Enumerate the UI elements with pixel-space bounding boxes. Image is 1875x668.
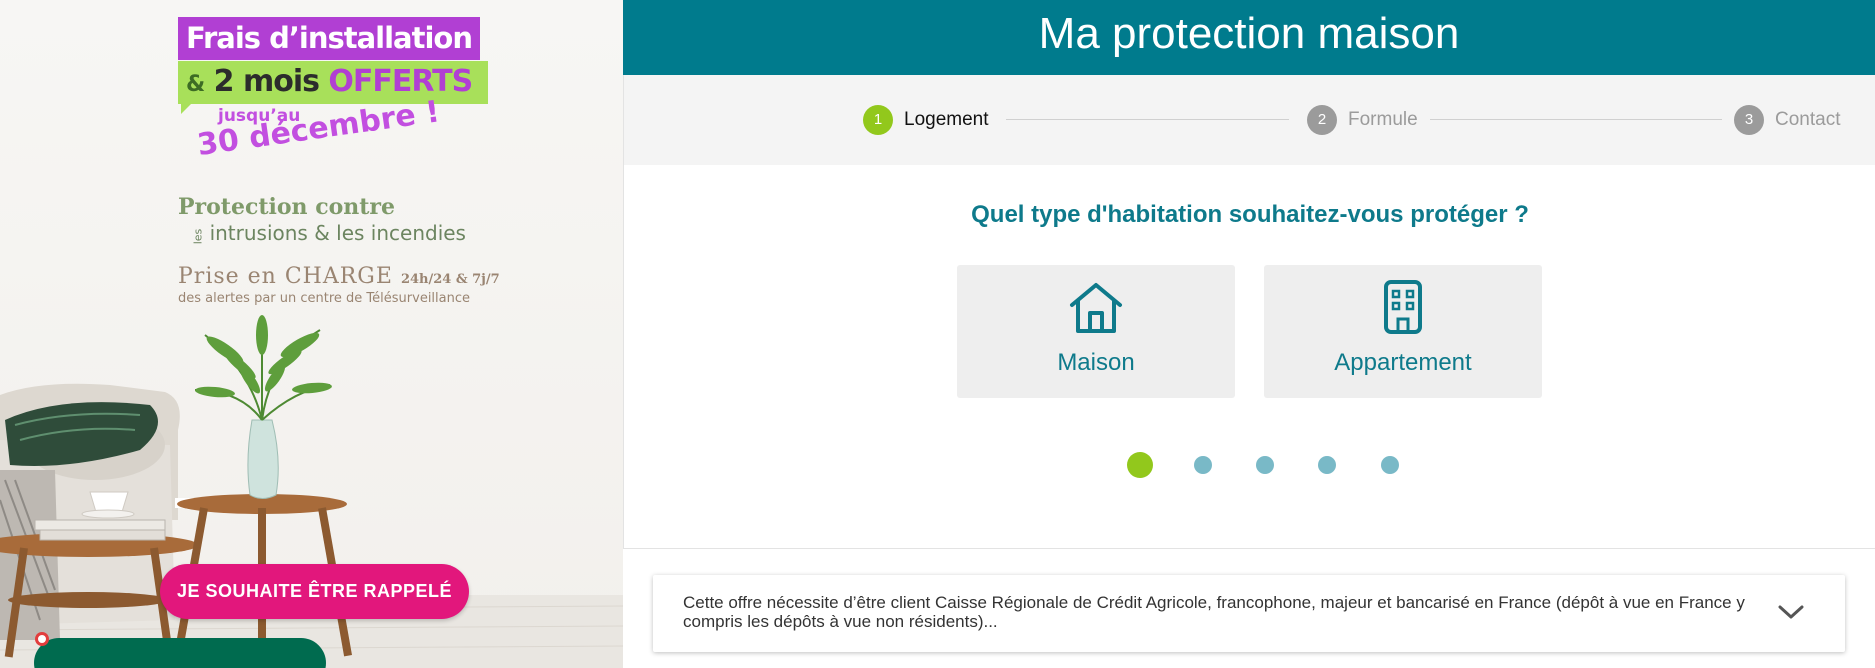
promo-headline-1: Frais d’installation xyxy=(178,17,481,60)
promo-charge-text: Prise en CHARGE xyxy=(178,264,393,289)
choice-appartement[interactable]: Appartement xyxy=(1264,265,1542,398)
promo-protection-sub: les intrusions & les incendies xyxy=(190,221,466,245)
speech-bubble-tail xyxy=(181,98,197,114)
question-title: Quel type d'habitation souhaitez-vous pr… xyxy=(971,201,1529,228)
building-icon xyxy=(1384,280,1422,334)
pagination-dot-4[interactable] xyxy=(1318,456,1336,474)
step-number: 3 xyxy=(1734,105,1764,135)
choice-maison[interactable]: Maison xyxy=(957,265,1235,398)
step-connector xyxy=(1006,119,1289,120)
disclaimer-text: Cette offre nécessite d’être client Cais… xyxy=(683,593,1745,631)
page-title: Ma protection maison xyxy=(623,0,1875,75)
chat-notification-icon xyxy=(35,632,49,646)
step-number: 1 xyxy=(863,105,893,135)
promo-protection-text: intrusions & les incendies xyxy=(209,221,466,245)
promo-protection-title: Protection contre xyxy=(178,194,396,220)
promo-ampersand: & xyxy=(186,72,205,97)
promo-charge-title: Prise en CHARGE 24h/24 & 7j/7 xyxy=(178,264,500,289)
step-connector xyxy=(1430,119,1722,120)
step-label: Logement xyxy=(904,109,989,130)
promo-offered: OFFERTS xyxy=(328,64,473,99)
choice-label: Maison xyxy=(1057,349,1135,376)
step-label: Formule xyxy=(1348,109,1418,130)
pagination-dot-3[interactable] xyxy=(1256,456,1274,474)
house-icon xyxy=(1070,283,1122,333)
chat-launcher[interactable] xyxy=(34,638,326,668)
callback-button[interactable]: JE SOUHAITE ÊTRE RAPPELÉ xyxy=(160,564,469,619)
promo-charge-sub: des alertes par un centre de Télésurveil… xyxy=(178,291,471,306)
pagination-dots xyxy=(624,450,1875,480)
stepper: 1 Logement 2 Formule 3 Contact xyxy=(623,75,1875,165)
promo-headline-2: & 2 mois OFFERTS xyxy=(178,61,489,104)
promo-two-months: 2 mois xyxy=(213,64,320,99)
page: Frais d’installation & 2 mois OFFERTS ju… xyxy=(0,0,1875,668)
pagination-dot-2[interactable] xyxy=(1194,456,1212,474)
choice-label: Appartement xyxy=(1334,349,1472,376)
step-formule: 2 Formule xyxy=(1307,105,1418,135)
question-panel: Quel type d'habitation souhaitez-vous pr… xyxy=(623,165,1875,549)
disclaimer-accordion[interactable]: Cette offre nécessite d’être client Cais… xyxy=(653,575,1845,652)
promo-protection-les: les xyxy=(191,228,205,245)
promo-charge-hours: 24h/24 & 7j/7 xyxy=(400,272,500,287)
pagination-dot-5[interactable] xyxy=(1381,456,1399,474)
form-area: Ma protection maison 1 Logement 2 Formul… xyxy=(623,0,1875,668)
step-label: Contact xyxy=(1775,109,1841,130)
step-logement: 1 Logement xyxy=(863,105,989,135)
step-contact: 3 Contact xyxy=(1734,105,1840,135)
pagination-dot-1[interactable] xyxy=(1127,452,1153,478)
chevron-down-icon[interactable] xyxy=(1777,603,1805,621)
promo-panel: Frais d’installation & 2 mois OFFERTS ju… xyxy=(0,0,624,668)
step-number: 2 xyxy=(1307,105,1337,135)
